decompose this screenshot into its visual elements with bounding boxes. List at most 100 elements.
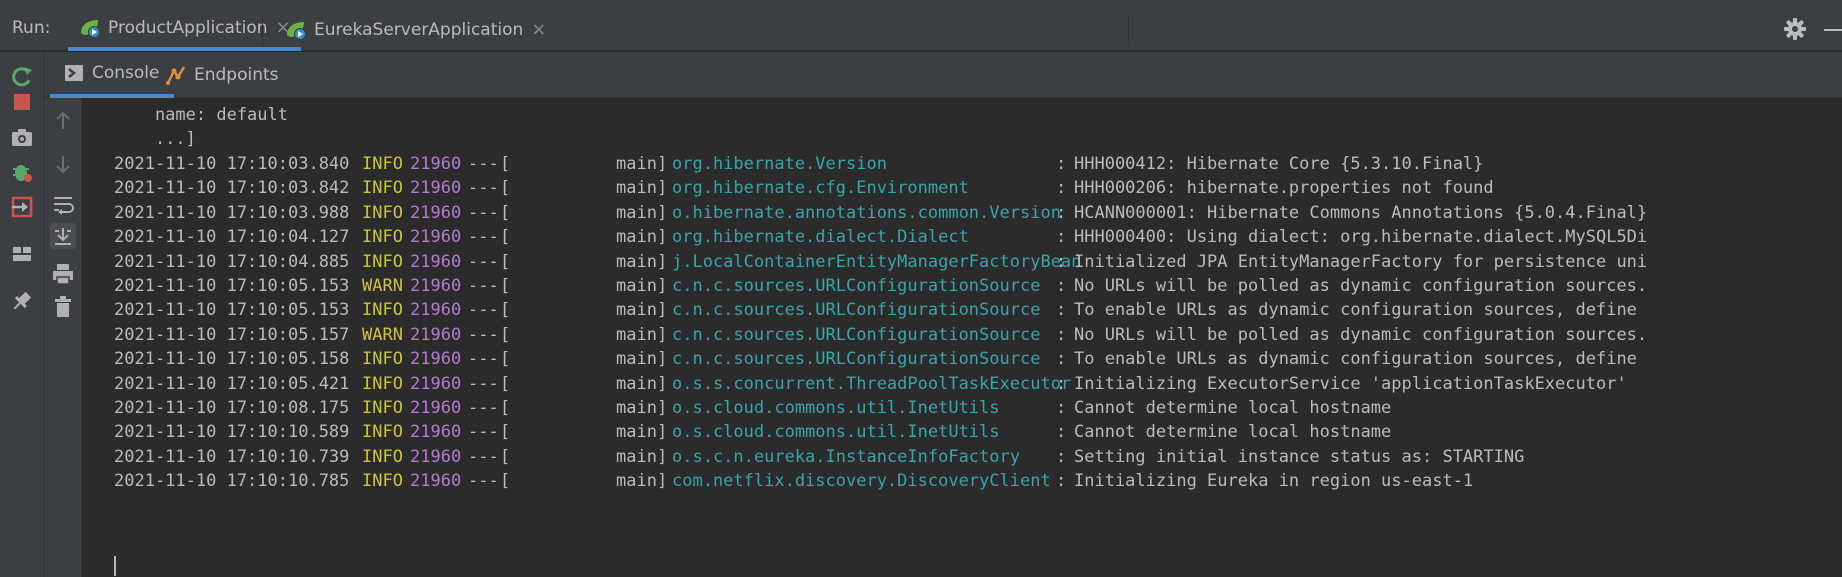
layout-icon[interactable] [10,242,34,266]
trash-icon[interactable] [50,294,76,320]
log-timestamp: 2021-11-10 17:10:10.785 [114,471,350,492]
log-pid: 21960 [410,178,462,199]
log-thread: main [616,202,657,223]
log-level: INFO [362,154,403,174]
spring-boot-run-icon [81,19,100,38]
tab-product-application[interactable]: ProductApplication × [68,8,301,51]
log-logger: c.n.c.sources.URLConfigurationSource [672,324,1041,345]
stop-icon[interactable] [10,90,34,114]
log-timestamp: 2021-11-10 17:10:08.175 [114,398,350,418]
console-tab-bar: Console Endpoints [44,52,1842,98]
down-arrow-icon[interactable] [50,151,76,177]
run-toolbar [0,52,44,577]
log-bracket: [ [500,227,511,248]
log-message: To enable URLs as dynamic configuration … [1074,300,1637,321]
scroll-to-end-icon[interactable] [50,223,76,249]
log-bracket-close: ] [657,422,668,443]
log-timestamp: 2021-11-10 17:10:05.158 [114,349,350,370]
log-pid: 21960 [410,398,462,418]
log-bracket: [ [500,471,511,492]
log-pid: 21960 [410,300,462,321]
log-logger: c.n.c.sources.URLConfigurationSource [672,349,1041,370]
log-timestamp: 2021-11-10 17:10:05.421 [114,373,350,394]
log-timestamp: 2021-11-10 17:10:04.885 [114,251,350,272]
tab-label: Endpoints [194,65,279,85]
log-timestamp: 2021-11-10 17:10:10.739 [114,446,350,467]
log-thread: main [616,251,657,272]
log-thread: main [616,324,657,345]
log-pid: 21960 [410,422,462,443]
log-thread: main [616,349,657,370]
tab-label: EurekaServerApplication [314,19,524,40]
log-bracket-close: ] [657,154,668,174]
tab-endpoints[interactable]: Endpoints [152,52,293,98]
log-separator: --- [468,251,499,272]
log-message: HHH000412: Hibernate Core {5.3.10.Final} [1074,154,1484,174]
rerun-icon[interactable] [10,64,34,88]
log-thread: main [616,398,657,418]
log-colon: : [1056,398,1067,418]
console-toolbar [44,98,82,577]
log-message: Setting initial instance status as: STAR… [1074,446,1525,467]
log-logger: o.s.cloud.commons.util.InetUtils [672,398,1000,418]
log-pid: 21960 [410,373,462,394]
exit-icon[interactable] [10,195,34,219]
log-thread: main [616,373,657,394]
log-level: INFO [362,227,403,248]
tab-divider [262,14,263,46]
log-bracket: [ [500,446,511,467]
log-message: Initialized JPA EntityManagerFactory for… [1074,251,1648,272]
log-message: Cannot determine local hostname [1074,398,1392,418]
text-caret [114,556,116,576]
endpoints-icon [166,66,186,85]
log-logger: o.s.cloud.commons.util.InetUtils [672,422,1000,443]
pin-icon[interactable] [10,289,34,313]
console-icon [65,65,83,81]
log-bracket-close: ] [657,398,668,418]
console-line: name: default [114,105,288,125]
log-separator: --- [468,227,499,248]
log-timestamp: 2021-11-10 17:10:05.153 [114,300,350,321]
log-separator: --- [468,446,499,467]
run-label: Run: [12,18,51,38]
log-separator: --- [468,471,499,492]
camera-icon[interactable] [10,125,34,149]
console-output[interactable]: name: default ...] 2021-11-10 17:10:03.8… [82,98,1842,577]
log-pid: 21960 [410,202,462,223]
log-message: HCANN000001: Hibernate Commons Annotatio… [1074,202,1648,223]
close-icon[interactable]: × [531,19,546,40]
log-thread: main [616,227,657,248]
log-colon: : [1056,276,1067,296]
log-colon: : [1056,202,1067,223]
debug-icon[interactable] [10,160,34,184]
log-bracket: [ [500,373,511,394]
minimize-icon[interactable] [1824,29,1842,49]
gear-icon[interactable] [1784,18,1806,40]
print-icon[interactable] [50,261,76,287]
log-colon: : [1056,446,1067,467]
log-logger: c.n.c.sources.URLConfigurationSource [672,276,1041,296]
log-message: No URLs will be polled as dynamic config… [1074,324,1648,345]
up-arrow-icon[interactable] [50,108,76,134]
tab-eureka-server-application[interactable]: EurekaServerApplication × [274,8,556,51]
log-bracket: [ [500,202,511,223]
log-pid: 21960 [410,471,462,492]
tab-divider [1128,14,1129,46]
log-colon: : [1056,471,1067,492]
log-message: HHH000206: hibernate.properties not foun… [1074,178,1494,199]
log-bracket-close: ] [657,300,668,321]
log-bracket-close: ] [657,324,668,345]
log-timestamp: 2021-11-10 17:10:04.127 [114,227,350,248]
log-separator: --- [468,373,499,394]
log-separator: --- [468,276,499,296]
soft-wrap-icon[interactable] [50,191,76,217]
log-bracket: [ [500,398,511,418]
log-colon: : [1056,349,1067,370]
log-separator: --- [468,202,499,223]
log-logger: org.hibernate.Version [672,154,887,174]
log-thread: main [616,154,657,174]
log-message: HHH000400: Using dialect: org.hibernate.… [1074,227,1648,248]
log-bracket: [ [500,251,511,272]
log-colon: : [1056,324,1067,345]
log-logger: o.s.c.n.eureka.InstanceInfoFactory [672,446,1020,467]
